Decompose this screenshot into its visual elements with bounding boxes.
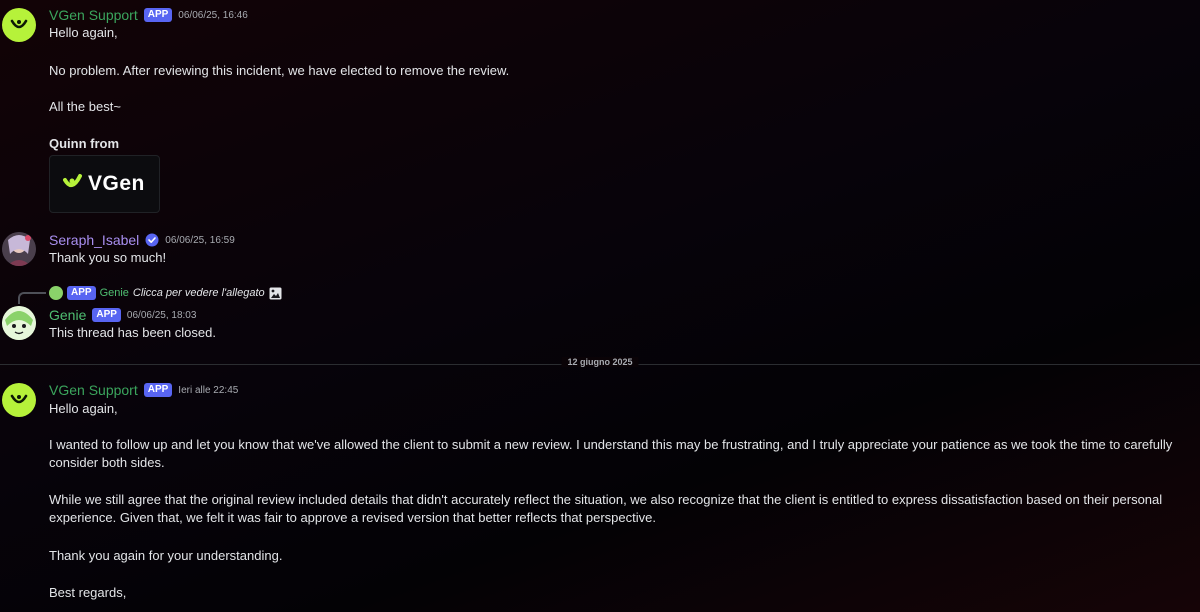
app-badge: APP: [67, 286, 96, 300]
timestamp[interactable]: 06/06/25, 16:59: [165, 235, 235, 246]
author-name[interactable]: VGen Support: [49, 7, 138, 23]
vgen-smile-icon: [10, 394, 28, 404]
genie-avatar[interactable]: [2, 306, 36, 340]
vgen-logo-embed[interactable]: VGen: [49, 155, 160, 213]
message-line: This thread has been closed.: [49, 325, 216, 340]
date-divider-label: 12 giugno 2025: [561, 357, 639, 367]
message-line: Hello again,: [49, 25, 118, 40]
vgen-logo-text: VGen: [88, 172, 145, 195]
verified-badge-icon: [145, 233, 159, 247]
author-name[interactable]: Genie: [49, 307, 86, 323]
image-icon: [269, 287, 282, 299]
user-avatar[interactable]: [2, 232, 36, 266]
message-line: Thank you again for your understanding.: [49, 548, 283, 563]
message-line: Quinn from: [49, 136, 120, 151]
message-line: While we still agree that the original r…: [49, 492, 1163, 525]
message-line: No problem. After reviewing this inciden…: [49, 63, 510, 78]
vgen-smile-icon: [10, 19, 28, 29]
app-badge: APP: [143, 8, 173, 22]
vgen-avatar[interactable]: [2, 383, 36, 417]
message-line: Thank you so much!: [49, 250, 167, 265]
app-badge: APP: [92, 308, 121, 322]
timestamp[interactable]: 06/06/25, 18:03: [127, 310, 197, 321]
author-name[interactable]: VGen Support: [49, 382, 138, 398]
timestamp[interactable]: 06/06/25, 16:46: [178, 10, 248, 21]
app-badge: APP: [143, 383, 173, 397]
user-avatar-icon: [2, 232, 36, 266]
message-line: Best regards,: [49, 585, 127, 600]
reply-avatar: [49, 286, 63, 300]
genie-avatar-icon: [2, 306, 36, 340]
message-line: I wanted to follow up and let you know t…: [49, 437, 1173, 470]
message-line: Hello again,: [49, 401, 118, 416]
author-name[interactable]: Seraph_Isabel: [49, 232, 139, 248]
reply-connector: [18, 292, 46, 304]
timestamp[interactable]: Ieri alle 22:45: [178, 385, 238, 396]
reply-author[interactable]: Genie: [100, 287, 129, 299]
reply-preview[interactable]: APP Genie Clicca per vedere l'allegato: [49, 286, 282, 300]
message-line: All the best~: [49, 99, 121, 114]
vgen-avatar[interactable]: [2, 8, 36, 42]
reply-text[interactable]: Clicca per vedere l'allegato: [133, 287, 265, 299]
